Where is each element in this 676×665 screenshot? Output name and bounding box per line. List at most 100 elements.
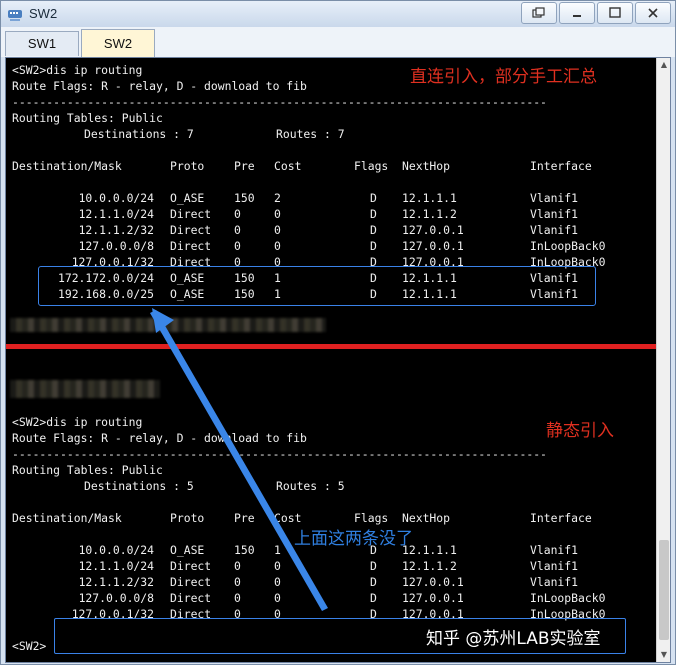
table-cell: 150 [234, 191, 255, 205]
table-cell: Vlanif1 [530, 575, 579, 589]
table-cell: 12.1.1.2 [402, 207, 457, 221]
blurred-text [10, 380, 160, 398]
table-cell: Direct [170, 239, 212, 253]
tab-bar: SW1 SW2 [1, 27, 675, 58]
column-header: Interface [530, 511, 592, 525]
routes-count: Routes : 7 [276, 127, 345, 141]
table-header: Destination/Mask Proto Pre Cost Flags NextHop… [6, 158, 646, 174]
separator: ----------------------------------------… [12, 447, 547, 461]
terminal-window: SW2 SW1 SW2 <SW2>dis ip routing Route Fl… [0, 0, 676, 665]
blurred-text [10, 318, 326, 332]
table-cell: Direct [170, 591, 212, 605]
destinations-count: Destinations : 7 [84, 127, 194, 141]
annotation-removed-routes: 上面这两条没了 [294, 529, 413, 549]
table-row: 127.0.0.0/8 Direct 0 0 D 127.0.0.1 InLoopBack0 [6, 590, 646, 606]
table-cell: 0 [274, 559, 281, 573]
tab-sw1[interactable]: SW1 [5, 31, 79, 56]
table-row: 127.0.0.0/8 Direct 0 0 D 127.0.0.1 InLoopBack0 [6, 238, 646, 254]
table-row: 12.1.1.2/32 Direct 0 0 D 127.0.0.1 Vlanif1 [6, 574, 646, 590]
scroll-up-icon[interactable]: ▲ [657, 58, 670, 72]
table-cell: 10.0.0.0/24 [78, 543, 154, 557]
scrollbar-thumb[interactable] [659, 540, 669, 640]
column-header: Destination/Mask [12, 159, 122, 173]
route-flags: Route Flags: R - relay, D - download to … [12, 79, 307, 93]
column-header: Proto [170, 511, 205, 525]
table-cell: O_ASE [170, 543, 205, 557]
table-row: 10.0.0.0/24 O_ASE 150 2 D 12.1.1.1 Vlanif1 [6, 190, 646, 206]
scroll-down-icon[interactable]: ▼ [657, 648, 670, 662]
window-title: SW2 [29, 6, 58, 21]
table-cell: 127.0.0.1 [402, 591, 464, 605]
table-cell: 0 [234, 207, 241, 221]
table-cell: InLoopBack0 [530, 239, 606, 253]
table-row: 12.1.1.0/24 Direct 0 0 D 12.1.1.2 Vlanif1 [6, 558, 646, 574]
table-cell: D [370, 239, 377, 253]
command-prompt: <SW2>dis ip routing [12, 415, 143, 429]
table-cell: Vlanif1 [530, 543, 579, 557]
current-prompt: <SW2> [12, 639, 47, 653]
table-cell: D [370, 191, 377, 205]
terminal-frame: <SW2>dis ip routing Route Flags: R - rel… [5, 57, 671, 663]
table-cell: 127.0.0.0/8 [78, 591, 154, 605]
table-cell: 1 [274, 543, 281, 557]
watermark: 知乎 @苏州LAB实验室 [426, 629, 601, 649]
table-cell: 0 [234, 239, 241, 253]
table-cell: 12.1.1.0/24 [78, 559, 154, 573]
table-cell: O_ASE [170, 191, 205, 205]
table-cell: 10.0.0.0/24 [78, 191, 154, 205]
table-cell: 0 [234, 559, 241, 573]
table-cell: 0 [234, 223, 241, 237]
title-bar[interactable]: SW2 [1, 1, 675, 27]
route-flags: Route Flags: R - relay, D - download to … [12, 431, 307, 445]
destinations-count: Destinations : 5 [84, 479, 194, 493]
close-icon[interactable] [635, 2, 671, 24]
table-cell: Direct [170, 207, 212, 221]
table-cell: D [370, 591, 377, 605]
command-prompt: <SW2>dis ip routing [12, 63, 143, 77]
table-cell: D [370, 223, 377, 237]
column-header: Interface [530, 159, 592, 173]
table-cell: 12.1.1.1 [402, 191, 457, 205]
table-cell: 127.0.0.1 [402, 575, 464, 589]
table-cell: 2 [274, 191, 281, 205]
table-cell: Vlanif1 [530, 191, 579, 205]
column-header: Pre [234, 511, 255, 525]
table-cell: 0 [274, 239, 281, 253]
table-cell: 0 [274, 591, 281, 605]
table-cell: InLoopBack0 [530, 591, 606, 605]
table-cell: 127.0.0.1 [402, 223, 464, 237]
separator: ----------------------------------------… [12, 95, 547, 109]
table-cell: 127.0.0.1 [402, 239, 464, 253]
table-cell: Direct [170, 575, 212, 589]
minimize-icon[interactable] [559, 2, 595, 24]
table-cell: 12.1.1.2/32 [78, 575, 154, 589]
column-header: Pre [234, 159, 255, 173]
table-cell: 12.1.1.2/32 [78, 223, 154, 237]
restore-icon[interactable] [521, 2, 557, 24]
table-cell: Vlanif1 [530, 223, 579, 237]
table-cell: 0 [274, 575, 281, 589]
tab-sw2[interactable]: SW2 [81, 29, 155, 58]
vertical-scrollbar[interactable]: ▲ ▼ [656, 58, 670, 662]
table-cell: 150 [234, 543, 255, 557]
window-controls [521, 2, 671, 24]
table-cell: Direct [170, 559, 212, 573]
table-row: 12.1.1.2/32 Direct 0 0 D 127.0.0.1 Vlanif1 [6, 222, 646, 238]
table-cell: Vlanif1 [530, 207, 579, 221]
terminal-output[interactable]: <SW2>dis ip routing Route Flags: R - rel… [6, 58, 656, 662]
table-cell: D [370, 575, 377, 589]
table-cell: 0 [234, 575, 241, 589]
column-header: Flags [354, 159, 389, 173]
table-cell: D [370, 559, 377, 573]
routing-tables-label: Routing Tables: Public [12, 463, 163, 477]
highlight-box [38, 266, 596, 306]
maximize-icon[interactable] [597, 2, 633, 24]
table-cell: 12.1.1.2 [402, 559, 457, 573]
table-cell: 0 [274, 223, 281, 237]
column-header: Proto [170, 159, 205, 173]
column-header: NextHop [402, 159, 451, 173]
column-header: Cost [274, 159, 302, 173]
section-divider [6, 344, 656, 349]
column-header: Destination/Mask [12, 511, 122, 525]
table-cell: 127.0.0.0/8 [78, 239, 154, 253]
